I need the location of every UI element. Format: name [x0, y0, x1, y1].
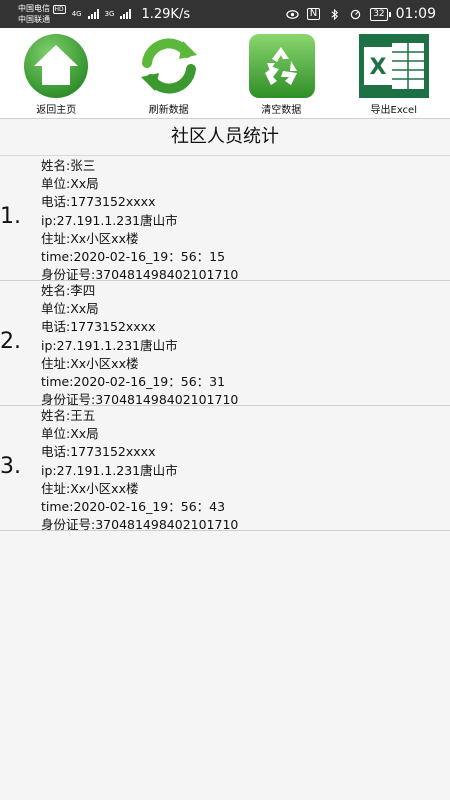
recycle-icon: [245, 33, 317, 99]
record-ip: ip:27.191.1.231唐山市: [41, 337, 178, 353]
record-address: 住址:Xx小区xx楼: [41, 230, 139, 246]
record-id-number: 身份证号:370481498402101710: [41, 517, 239, 533]
page-title: 社区人员统计: [0, 119, 450, 156]
record-fields: 姓名:张三 单位:Xx局 电话:1773152xxxx ip:27.191.1.…: [41, 157, 238, 284]
export-excel-button[interactable]: X 导出Excel: [344, 28, 444, 116]
status-left: 中国电信 HD 中国联通 4G 3G 1.29K/s: [18, 4, 190, 25]
record-time: time:2020-02-16_19：56：31: [41, 374, 226, 390]
record-fields: 姓名:李四 单位:Xx局 电话:1773152xxxx ip:27.191.1.…: [41, 282, 238, 409]
refresh-icon: [133, 33, 205, 99]
net-speed: 1.29K/s: [141, 6, 191, 22]
export-excel-button-label: 导出Excel: [370, 105, 418, 116]
hd-badge: HD: [52, 4, 66, 14]
home-icon: [20, 33, 92, 99]
home-button[interactable]: 返回主页: [6, 28, 106, 116]
record-phone: 电话:1773152xxxx: [41, 444, 156, 460]
excel-icon: X: [358, 33, 430, 99]
record-fields: 姓名:王五 单位:Xx局 电话:1773152xxxx ip:27.191.1.…: [41, 407, 238, 534]
svg-text:X: X: [369, 55, 386, 80]
record-phone: 电话:1773152xxxx: [41, 194, 156, 210]
carrier-1-row: 中国电信 HD: [18, 4, 66, 15]
record-unit: 单位:Xx局: [41, 176, 99, 192]
toolbar: 返回主页 刷新数据 清空数据 X 导出Excel: [0, 28, 450, 119]
nfc-icon: N: [306, 8, 321, 20]
refresh-button[interactable]: 刷新数据: [119, 28, 219, 116]
battery-icon: 32: [370, 7, 392, 21]
list-item[interactable]: 2. 姓名:李四 单位:Xx局 电话:1773152xxxx ip:27.191…: [0, 281, 450, 409]
record-index: 2.: [0, 329, 21, 354]
record-list: 1. 姓名:张三 单位:Xx局 电话:1773152xxxx ip:27.191…: [0, 156, 450, 534]
record-unit: 单位:Xx局: [41, 426, 99, 442]
record-phone: 电话:1773152xxxx: [41, 319, 156, 335]
record-unit: 单位:Xx局: [41, 301, 99, 317]
record-index: 1.: [0, 204, 21, 229]
record-time: time:2020-02-16_19：56：15: [41, 249, 226, 265]
record-name: 姓名:王五: [41, 408, 96, 423]
net-type-1: 4G: [71, 10, 82, 18]
record-ip: ip:27.191.1.231唐山市: [41, 212, 178, 228]
carrier-info: 中国电信 HD 中国联通: [18, 4, 66, 25]
data-saver-icon: [350, 9, 361, 19]
signal-2-icon: [120, 9, 132, 19]
list-item[interactable]: 1. 姓名:张三 单位:Xx局 电话:1773152xxxx ip:27.191…: [0, 156, 450, 284]
signal-1-icon: [87, 9, 99, 19]
home-button-label: 返回主页: [36, 105, 77, 116]
clock: 01:09: [395, 6, 436, 22]
record-time: time:2020-02-16_19：56：43: [41, 499, 226, 515]
eye-icon: [286, 9, 299, 19]
bluetooth-icon: [331, 8, 339, 20]
clear-data-button-label: 清空数据: [261, 105, 302, 116]
record-address: 住址:Xx小区xx楼: [41, 480, 139, 496]
record-address: 住址:Xx小区xx楼: [41, 355, 139, 371]
status-right: N 32 01:09: [286, 6, 436, 22]
status-bar: 中国电信 HD 中国联通 4G 3G 1.29K/s N 32 01:09: [0, 0, 450, 28]
record-ip: ip:27.191.1.231唐山市: [41, 462, 178, 478]
record-name: 姓名:李四: [41, 283, 96, 298]
list-item[interactable]: 3. 姓名:王五 单位:Xx局 电话:1773152xxxx ip:27.191…: [0, 406, 450, 534]
record-index: 3.: [0, 454, 21, 479]
net-type-2: 3G: [104, 10, 115, 18]
carrier-2: 中国联通: [18, 14, 50, 24]
record-name: 姓名:张三: [41, 158, 96, 173]
carrier-1: 中国电信: [18, 3, 50, 13]
refresh-button-label: 刷新数据: [148, 105, 189, 116]
clear-data-button[interactable]: 清空数据: [231, 28, 331, 116]
